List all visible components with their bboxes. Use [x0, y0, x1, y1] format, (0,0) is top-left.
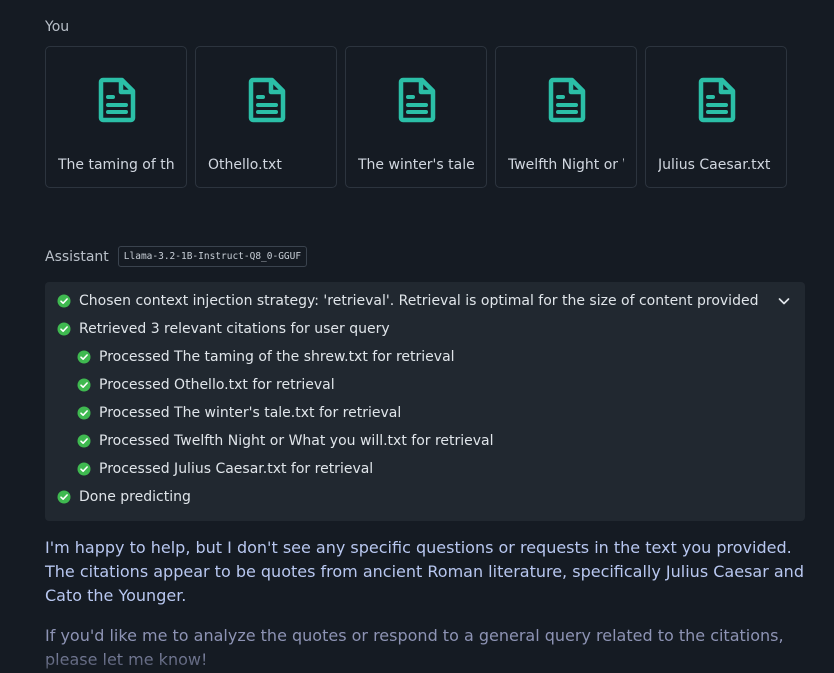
check-circle-icon: [77, 378, 91, 392]
check-circle-icon: [77, 434, 91, 448]
file-card[interactable]: Twelfth Night or What you will.txt: [495, 46, 637, 188]
status-step-text: Processed The taming of the shrew.txt fo…: [99, 349, 455, 365]
status-step-text: Processed Othello.txt for retrieval: [99, 377, 335, 393]
status-substep: Processed Julius Caesar.txt for retrieva…: [77, 461, 373, 477]
document-icon: [98, 77, 136, 123]
document-icon: [548, 77, 586, 123]
file-card[interactable]: Julius Caesar.txt: [645, 46, 787, 188]
attached-files: The taming of the shrew.txt Othello.txt …: [45, 46, 787, 188]
assistant-label: Assistant: [45, 248, 109, 265]
check-circle-icon: [77, 406, 91, 420]
check-circle-icon: [57, 490, 71, 504]
check-circle-icon: [57, 294, 71, 308]
document-icon: [398, 77, 436, 123]
status-substep: Processed The winter's tale.txt for retr…: [77, 405, 401, 421]
response-paragraph: I'm happy to help, but I don't see any s…: [45, 538, 804, 605]
status-step-text: Processed Julius Caesar.txt for retrieva…: [99, 461, 374, 477]
status-substep: Processed Twelfth Night or What you will…: [77, 433, 494, 449]
file-name: Julius Caesar.txt: [658, 157, 771, 173]
status-step: Done predicting: [57, 489, 191, 505]
status-step-text: Done predicting: [79, 489, 191, 505]
file-name: Othello.txt: [208, 157, 282, 173]
file-card[interactable]: The winter's tale.txt: [345, 46, 487, 188]
document-icon: [248, 77, 286, 123]
file-name: Twelfth Night or What you will.txt: [508, 157, 624, 173]
file-name: The winter's tale.txt: [358, 157, 474, 173]
response-paragraph: If you'd like me to analyze the quotes o…: [45, 626, 784, 669]
status-step: Retrieved 3 relevant citations for user …: [57, 321, 390, 337]
status-step: Chosen context injection strategy: 'retr…: [57, 293, 758, 309]
user-label: You: [45, 19, 70, 35]
check-circle-icon: [57, 322, 71, 336]
status-substep: Processed Othello.txt for retrieval: [77, 377, 335, 393]
file-card[interactable]: The taming of the shrew.txt: [45, 46, 187, 188]
file-name: The taming of the shrew.txt: [58, 157, 174, 173]
check-circle-icon: [77, 462, 91, 476]
status-step-text: Processed The winter's tale.txt for retr…: [99, 405, 402, 421]
document-icon: [698, 77, 736, 123]
status-step-text: Chosen context injection strategy: 'retr…: [79, 293, 759, 309]
status-substep: Processed The taming of the shrew.txt fo…: [77, 349, 455, 365]
status-panel: Chosen context injection strategy: 'retr…: [45, 282, 805, 521]
status-step-text: Processed Twelfth Night or What you will…: [99, 433, 494, 449]
chevron-down-icon[interactable]: [777, 294, 791, 308]
status-step-text: Retrieved 3 relevant citations for user …: [79, 321, 390, 337]
model-badge: Llama-3.2-1B-Instruct-Q8_0-GGUF: [117, 246, 308, 267]
check-circle-icon: [77, 350, 91, 364]
assistant-header: Assistant Llama-3.2-1B-Instruct-Q8_0-GGU…: [45, 246, 308, 267]
file-card[interactable]: Othello.txt: [195, 46, 337, 188]
